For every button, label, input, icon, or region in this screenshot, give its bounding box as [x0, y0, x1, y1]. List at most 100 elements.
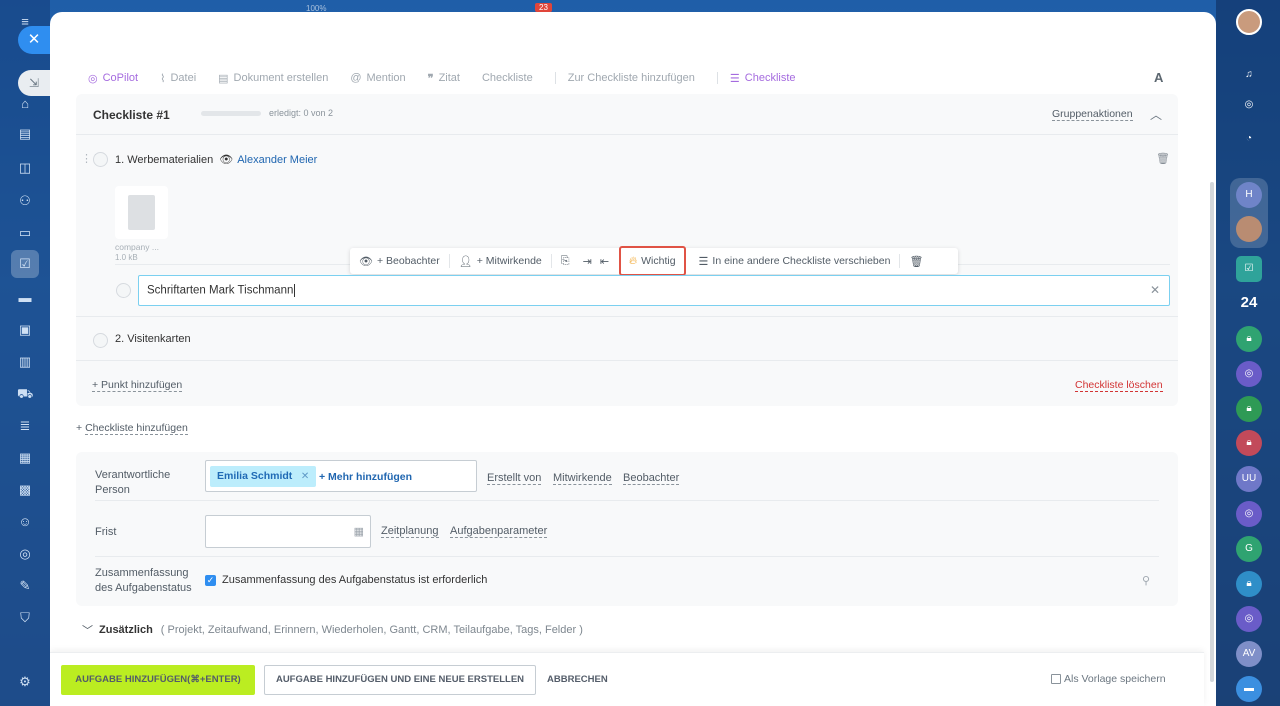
filter-icon[interactable]: ≣ — [17, 418, 33, 434]
robot-icon[interactable]: ☺ — [17, 514, 33, 530]
item-checkbox[interactable] — [116, 283, 131, 298]
calendar-icon[interactable]: ▩ — [17, 482, 33, 498]
observers-link[interactable]: Beobachter — [623, 472, 680, 485]
add-and-new-button[interactable]: AUFGABE HINZUFÜGEN UND EINE NEUE ERSTELL… — [264, 665, 536, 695]
analytics-icon[interactable]: ▥ — [17, 354, 33, 370]
responsible-chip[interactable]: Emilia Schmidt ✕ — [210, 466, 317, 487]
indent-button[interactable]: ⇥ — [579, 255, 596, 268]
divider — [76, 134, 1178, 135]
document-icon[interactable]: ▭ — [17, 225, 33, 241]
avatar-g[interactable]: G — [1236, 536, 1262, 562]
chat-bubble-icon[interactable]: ▬ — [1236, 676, 1262, 702]
home-icon[interactable]: ⌂ — [17, 96, 33, 112]
cancel-button[interactable]: ABBRECHEN — [547, 674, 608, 685]
checklist-button[interactable]: Checkliste — [482, 72, 533, 84]
add-to-checklist-button[interactable]: Zur Checkliste hinzufügen — [568, 72, 695, 84]
chevron-up-icon[interactable]: ︿ — [1150, 106, 1162, 123]
important-button[interactable]: 🔥︎ Wichtig — [619, 246, 686, 276]
chat-icon[interactable]: ◫ — [17, 160, 33, 176]
add-observer-button[interactable]: 👁︎ + Beobachter — [350, 255, 449, 268]
cart-icon[interactable]: ⛟ — [17, 386, 33, 402]
counter-24[interactable]: 24 — [1236, 290, 1262, 316]
groups-icon[interactable]: ⚇ — [17, 193, 33, 209]
planning-link[interactable]: Zeitplanung — [381, 525, 439, 538]
copilot-rail-icon[interactable]: ◎ — [1236, 92, 1262, 118]
scrollbar[interactable] — [1210, 182, 1214, 682]
user-avatar[interactable] — [1236, 9, 1262, 35]
quote-button[interactable]: ❞ Zitat — [428, 72, 460, 85]
edit-doc-icon[interactable]: ✎ — [17, 578, 33, 594]
deadline-input[interactable]: ▦ — [205, 515, 371, 548]
outdent-button[interactable]: ⇤ — [596, 255, 615, 268]
tasks-rail-icon[interactable]: ☑ — [1236, 256, 1262, 282]
target-icon[interactable]: ◎ — [17, 546, 33, 562]
lock-chat-icon[interactable]: 🔒︎ — [1236, 571, 1262, 597]
messages-icon[interactable]: ◔ — [1236, 126, 1262, 152]
move-to-checklist-button[interactable]: ☰ In eine andere Checkliste verschieben — [690, 255, 900, 268]
calendar-icon[interactable]: ▦ — [354, 525, 364, 538]
add-participant-button[interactable]: 👤︎ + Mitwirkende — [450, 255, 551, 268]
close-slider-button[interactable]: ✕ — [18, 26, 50, 54]
add-task-button[interactable]: AUFGABE HINZUFÜGEN(⌘+ENTER) — [61, 665, 255, 695]
text-format-button[interactable]: A — [1154, 70, 1163, 85]
tasks-icon[interactable]: ☑ — [11, 250, 39, 278]
additional-section[interactable]: ﹀ Zusätzlich ( Projekt, Zeitaufwand, Eri… — [82, 622, 583, 638]
remove-icon[interactable]: ✕ — [301, 466, 309, 487]
created-by-link[interactable]: Erstellt von — [487, 472, 542, 485]
checklist-active-button[interactable]: ☰ Checkliste — [730, 72, 796, 85]
settings-icon[interactable]: ⚙ — [17, 674, 33, 690]
avatar-av[interactable]: AV — [1236, 641, 1262, 667]
group-actions-link[interactable]: Gruppenaktionen — [1052, 108, 1133, 121]
at-icon: @ — [350, 72, 362, 84]
checklist-item-input[interactable]: Schriftarten Mark Tischmann — [138, 275, 1170, 306]
delete-checklist-link[interactable]: Checkliste löschen — [1075, 379, 1163, 392]
inbox-icon[interactable]: ▦ — [17, 450, 33, 466]
lock-chat-icon[interactable]: 🔒︎ — [1236, 430, 1262, 456]
checklist-title[interactable]: Checkliste #1 — [93, 108, 170, 122]
save-as-template[interactable]: Als Vorlage speichern — [1051, 673, 1166, 685]
mention-button[interactable]: @ Mention — [350, 72, 405, 84]
copilot-chat-icon[interactable]: ◎ — [1236, 361, 1262, 387]
file-button[interactable]: ⌇ Datei — [160, 72, 196, 85]
item-checkbox[interactable] — [93, 333, 108, 348]
convert-to-task-button[interactable]: ⎘ — [552, 255, 579, 268]
list-icon: ☰ — [698, 255, 709, 268]
pin-icon[interactable]: ⚲ — [1142, 574, 1150, 587]
responsible-selector[interactable]: Emilia Schmidt ✕ + Mehr hinzufügen — [205, 460, 477, 492]
delete-item-button[interactable]: 🗑︎ — [900, 255, 932, 268]
collapse-slider-button[interactable]: ⇲ — [18, 70, 50, 96]
screen-icon[interactable]: ▣ — [17, 322, 33, 338]
participants-link[interactable]: Mitwirkende — [553, 472, 612, 485]
contact-avatar[interactable] — [1236, 216, 1262, 242]
lock-chat-icon[interactable]: 🔒︎ — [1236, 396, 1262, 422]
summary-checkbox-label[interactable]: Zusammenfassung des Aufgabenstatus ist e… — [222, 574, 487, 586]
card-icon[interactable]: ▬ — [17, 290, 33, 306]
watcher-link[interactable]: Alexander Meier — [237, 154, 317, 166]
template-checkbox[interactable] — [1051, 674, 1061, 684]
copilot-button[interactable]: ◎ CoPilot — [88, 72, 138, 85]
copilot-chat-icon[interactable]: ◎ — [1236, 606, 1262, 632]
shield-icon[interactable]: ⛉ — [17, 610, 33, 626]
trash-icon[interactable]: 🗑︎ — [1156, 152, 1170, 165]
clear-icon[interactable]: ✕ — [1150, 283, 1160, 297]
add-more-link[interactable]: + Mehr hinzufügen — [319, 471, 412, 483]
checklist-item-2[interactable]: 2. Visitenkarten — [115, 333, 191, 345]
task-parameters-link[interactable]: Aufgabenparameter — [450, 525, 548, 538]
avatar-uu[interactable]: UU — [1236, 466, 1262, 492]
copilot-icon: ◎ — [88, 72, 98, 85]
file-attachment[interactable] — [115, 186, 168, 239]
checklist-item-1[interactable]: 1. Werbematerialien 👁︎ Alexander Meier — [115, 153, 317, 167]
copilot-chat-icon[interactable]: ◎ — [1236, 501, 1262, 527]
summary-checkbox[interactable]: ✓ — [205, 575, 216, 586]
additional-title: Zusätzlich — [99, 624, 153, 636]
add-checklist-link[interactable]: + Checkliste hinzufügen — [76, 422, 188, 435]
feed-icon[interactable]: ▤ — [17, 126, 33, 142]
trash-icon: 🗑︎ — [909, 255, 924, 268]
lock-chat-icon[interactable]: 🔒︎ — [1236, 326, 1262, 352]
add-point-link[interactable]: + Punkt hinzufügen — [92, 379, 183, 392]
summary-label: Zusammenfassung des Aufgabenstatus — [95, 567, 192, 594]
bell-icon[interactable]: ♫ — [1236, 62, 1262, 88]
avatar-h[interactable]: H — [1236, 182, 1262, 208]
create-document-button[interactable]: ▤ Dokument erstellen — [218, 72, 328, 85]
item-checkbox[interactable] — [93, 152, 108, 167]
